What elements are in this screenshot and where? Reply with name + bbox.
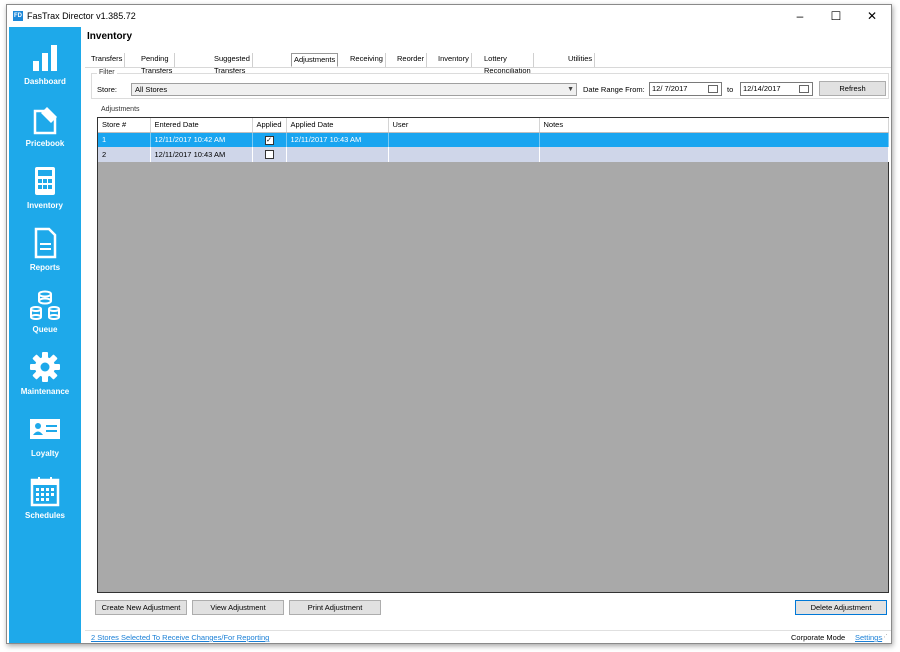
cell-store: 2 [98,147,151,162]
cell-user [388,147,540,162]
delete-adjustment-button[interactable]: Delete Adjustment [795,600,887,615]
maximize-button[interactable]: ☐ [819,5,853,27]
main-panel: Inventory Transfers Pending Transfers Su… [85,27,891,643]
tab-lottery-reconciliation[interactable]: Lottery Reconciliation [482,53,534,75]
adjustments-table: Store # Entered Date Applied Applied Dat… [98,118,889,162]
stores-selected-link[interactable]: 2 Stores Selected To Receive Changes/For… [91,633,269,642]
sidebar-item-label: Inventory [26,201,63,210]
tab-reorder[interactable]: Reorder [395,53,428,67]
tab-transfers[interactable]: Transfers [89,53,126,67]
table-row[interactable]: 1 12/11/2017 10:42 AM ✓ 12/11/2017 10:43… [98,132,889,147]
cell-applied-date: 12/11/2017 10:43 AM [286,132,389,147]
tab-utilities[interactable]: Utilities [566,53,596,67]
tab-divider [85,67,891,68]
store-label: Store: [97,85,118,94]
cell-user [388,132,540,147]
date-to-picker[interactable]: 12/14/2017 [740,82,813,96]
document-icon [34,227,57,259]
sidebar-item-maintenance[interactable]: Maintenance [9,351,81,411]
cell-entered-date: 12/11/2017 10:42 AM [150,132,253,147]
column-header-entered-date[interactable]: Entered Date [150,118,253,133]
calendar-dropdown-icon[interactable] [708,85,718,93]
calendar-dropdown-icon[interactable] [799,85,809,93]
settings-link[interactable]: Settings [855,633,882,642]
view-adjustment-button[interactable]: View Adjustment [192,600,284,615]
column-header-user[interactable]: User [388,118,540,133]
create-new-adjustment-button[interactable]: Create New Adjustment [95,600,187,615]
window-title: FasTrax Director v1.385.72 [27,11,136,21]
store-select-value: All Stores [135,85,168,94]
sidebar-item-label: Reports [29,263,61,272]
filter-group-label: Filter [97,69,117,76]
print-adjustment-button[interactable]: Print Adjustment [289,600,381,615]
sidebar-item-inventory[interactable]: Inventory [9,165,81,225]
cell-store: 1 [98,132,151,147]
sidebar-item-schedules[interactable]: Schedules [9,475,81,535]
database-sync-icon [30,290,60,320]
calculator-icon [35,167,55,195]
table-row[interactable]: 2 12/11/2017 10:43 AM [98,147,889,162]
sidebar-item-label: Dashboard [24,77,66,86]
applied-checkbox[interactable] [264,150,274,160]
sidebar: Dashboard Pricebook Inventory Reports Qu… [9,27,81,643]
column-header-store[interactable]: Store # [98,118,151,133]
cell-notes [539,132,889,147]
calendar-icon [30,477,60,507]
gear-icon [30,352,60,382]
sidebar-item-label: Pricebook [25,139,65,148]
sidebar-item-label: Maintenance [20,387,70,396]
applied-checkbox[interactable]: ✓ [264,135,274,145]
tab-receiving[interactable]: Receiving [348,53,386,67]
date-range-label: Date Range From: [583,85,645,94]
tab-suggested-transfers[interactable]: Suggested Transfers [212,53,253,75]
app-window: FD FasTrax Director v1.385.72 – ☐ ✕ Dash… [6,4,892,644]
sidebar-item-label: Schedules [24,511,65,520]
cell-applied [252,147,287,162]
sidebar-item-pricebook[interactable]: Pricebook [9,103,81,163]
sidebar-item-dashboard[interactable]: Dashboard [9,41,81,101]
id-card-icon [30,419,60,439]
refresh-button[interactable]: Refresh [819,81,886,96]
sidebar-item-label: Loyalty [30,449,59,458]
store-select[interactable]: All Stores ▼ [131,83,577,96]
to-label: to [727,85,734,94]
column-header-applied-date[interactable]: Applied Date [286,118,389,133]
column-header-notes[interactable]: Notes [539,118,889,133]
cell-applied: ✓ [252,132,287,147]
sidebar-item-loyalty[interactable]: Loyalty [9,413,81,473]
table-header-row: Store # Entered Date Applied Applied Dat… [98,118,889,133]
sidebar-item-label: Queue [32,325,58,334]
close-button[interactable]: ✕ [855,5,889,27]
date-from-picker[interactable]: 12/ 7/2017 [649,82,722,96]
tab-adjustments[interactable]: Adjustments [291,53,339,67]
cell-entered-date: 12/11/2017 10:43 AM [150,147,253,162]
bar-chart-icon [33,45,57,71]
page-title: Inventory [87,31,133,42]
adjustments-group-label: Adjustments [99,106,142,113]
resize-grip-icon[interactable]: ⋰ [881,633,888,641]
tag-edit-icon [33,107,57,135]
mode-label: Corporate Mode [791,633,846,642]
column-header-applied[interactable]: Applied [252,118,287,133]
status-divider [85,630,891,631]
cell-notes [539,147,889,162]
app-logo-icon: FD [13,11,23,21]
tab-pending-transfers[interactable]: Pending Transfers [139,53,176,75]
chevron-down-icon: ▼ [567,86,574,93]
sidebar-item-queue[interactable]: Queue [9,289,81,349]
tab-inventory[interactable]: Inventory [436,53,472,67]
adjustments-grid[interactable]: Store # Entered Date Applied Applied Dat… [97,117,889,593]
sidebar-item-reports[interactable]: Reports [9,227,81,287]
date-to-value: 12/14/2017 [743,84,781,93]
title-bar[interactable]: FD FasTrax Director v1.385.72 – ☐ ✕ [7,5,891,27]
cell-applied-date [286,147,389,162]
minimize-button[interactable]: – [783,5,817,27]
date-from-value: 12/ 7/2017 [652,84,688,93]
